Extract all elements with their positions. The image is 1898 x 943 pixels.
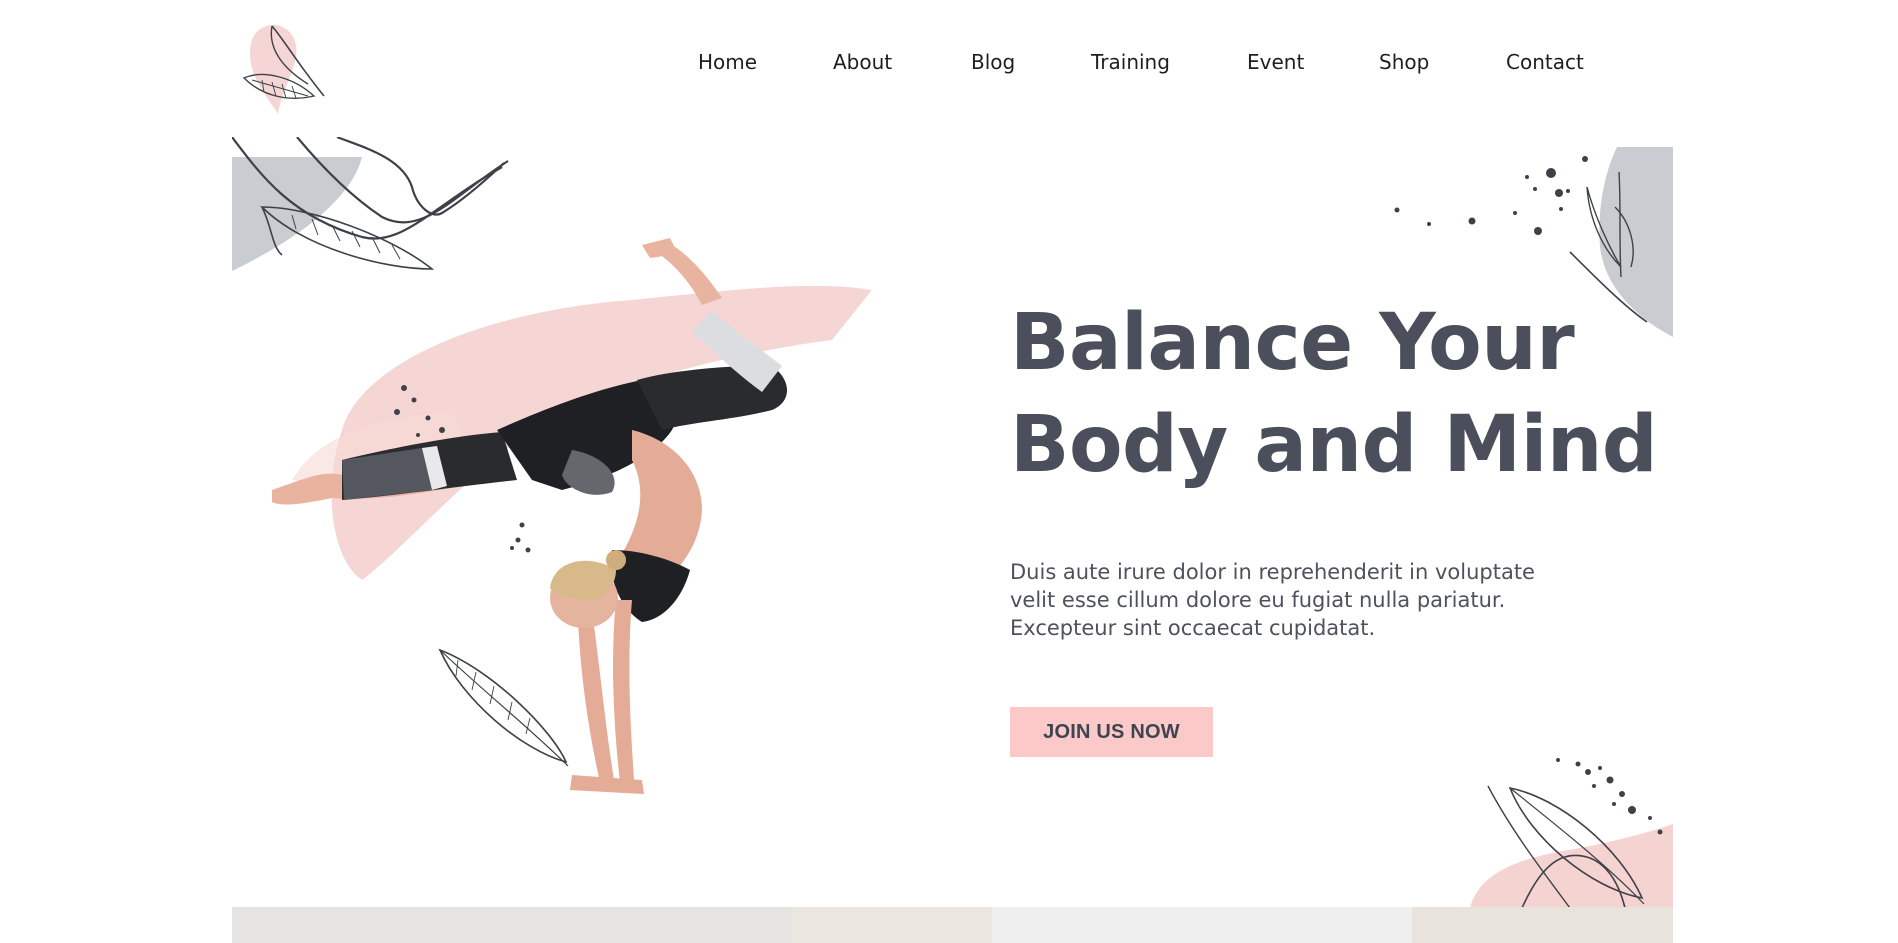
next-section-image-strip <box>232 907 1673 943</box>
main-navigation: Home About Blog Training Event Shop Cont… <box>0 50 1898 84</box>
join-us-now-button[interactable]: JOIN US NOW <box>1010 707 1213 757</box>
strip-image-4 <box>1412 907 1673 943</box>
nav-link-shop[interactable]: Shop <box>1379 50 1429 74</box>
nav-link-blog[interactable]: Blog <box>971 50 1015 74</box>
hero-description: Duis aute irure dolor in reprehenderit i… <box>1010 560 1535 640</box>
nav-link-home[interactable]: Home <box>698 50 757 74</box>
leaf-dots-decoration <box>1470 758 1673 908</box>
yoga-handstand-illustration <box>272 238 872 794</box>
hero-headline: Balance Your Body and Mind <box>1010 292 1658 496</box>
strip-image-3 <box>992 907 1412 943</box>
strip-image-2 <box>792 907 992 943</box>
nav-link-training[interactable]: Training <box>1091 50 1170 74</box>
hero-headline-line-1: Balance Your <box>1010 298 1575 388</box>
strip-image-1 <box>232 907 792 943</box>
nav-link-about[interactable]: About <box>833 50 892 74</box>
landing-page: Home About Blog Training Event Shop Cont… <box>0 0 1898 943</box>
nav-link-event[interactable]: Event <box>1247 50 1304 74</box>
hero-headline-line-2: Body and Mind <box>1010 400 1658 490</box>
nav-link-contact[interactable]: Contact <box>1506 50 1584 74</box>
